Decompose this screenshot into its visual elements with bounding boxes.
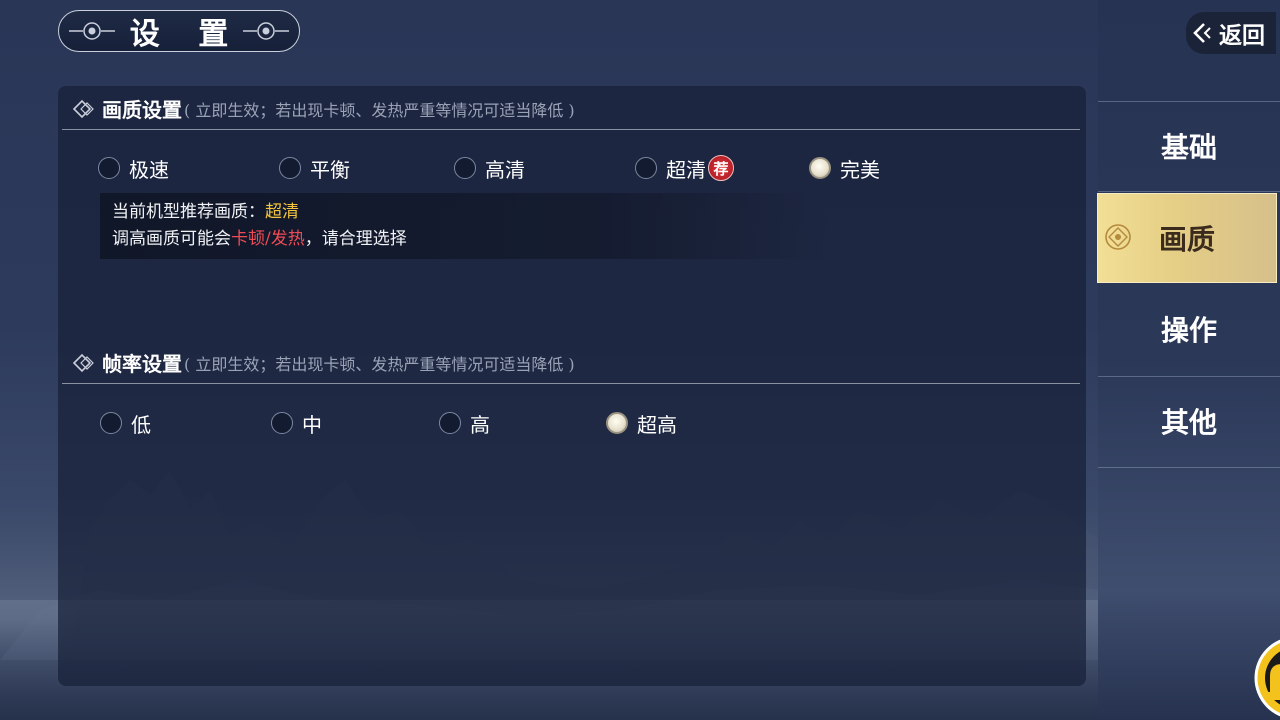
framerate-option-ultra[interactable]: 超高 bbox=[606, 409, 677, 437]
quality-option-ultra-hd[interactable]: 超清 荐 bbox=[635, 154, 734, 182]
diamond-bullet-icon bbox=[72, 99, 94, 118]
option-label: 完美 bbox=[840, 157, 880, 182]
warning-prefix: 调高画质可能会 bbox=[112, 229, 231, 249]
page-title-plate: 设 置 bbox=[58, 10, 300, 52]
radio-button[interactable] bbox=[271, 412, 293, 434]
option-label: 中 bbox=[302, 412, 322, 437]
quality-option-hd[interactable]: 高清 bbox=[454, 154, 525, 182]
option-label: 超清 bbox=[666, 157, 706, 182]
recommend-line: 当前机型推荐画质：超清 bbox=[112, 199, 818, 226]
framerate-option-high[interactable]: 高 bbox=[439, 409, 490, 437]
option-label: 低 bbox=[131, 412, 151, 437]
back-label: 返回 bbox=[1219, 22, 1265, 49]
page-title: 设 置 bbox=[129, 17, 243, 52]
quality-option-balanced[interactable]: 平衡 bbox=[279, 154, 350, 182]
radio-button[interactable] bbox=[98, 157, 120, 179]
sidebar-item-label: 画质 bbox=[1158, 223, 1215, 256]
diamond-bullet-icon bbox=[72, 353, 94, 372]
recommended-quality: 超清 bbox=[265, 202, 299, 222]
sidebar-item-controls[interactable]: 操作 bbox=[1098, 293, 1280, 365]
warning-suffix: ，请合理选择 bbox=[304, 229, 407, 249]
radio-button[interactable] bbox=[454, 157, 476, 179]
quality-option-perfect[interactable]: 完美 bbox=[809, 154, 880, 182]
sidebar-divider bbox=[1098, 467, 1280, 468]
sidebar-divider bbox=[1098, 101, 1280, 102]
radio-button[interactable] bbox=[279, 157, 301, 179]
radio-button-selected[interactable] bbox=[606, 412, 628, 434]
quality-section-title: 画质设置 bbox=[102, 98, 182, 122]
framerate-section-note: ( 立即生效；若出现卡顿、发热严重等情况可适当降低 ) bbox=[184, 354, 575, 374]
framerate-section-header: 帧率设置 ( 立即生效；若出现卡顿、发热严重等情况可适当降低 ) bbox=[62, 342, 1080, 384]
radio-button-selected[interactable] bbox=[809, 157, 831, 179]
framerate-option-medium[interactable]: 中 bbox=[271, 409, 322, 437]
settings-panel: 画质设置 ( 立即生效；若出现卡顿、发热严重等情况可适当降低 ) 极速 平衡 高… bbox=[58, 86, 1086, 686]
ornament-icon bbox=[243, 22, 289, 40]
sidebar-divider bbox=[1098, 191, 1280, 192]
warning-highlight: 卡顿/发热 bbox=[231, 229, 305, 249]
radio-button[interactable] bbox=[439, 412, 461, 434]
option-label: 高清 bbox=[485, 157, 525, 182]
warning-line: 调高画质可能会卡顿/发热，请合理选择 bbox=[112, 226, 818, 253]
sidebar-divider bbox=[1098, 376, 1280, 377]
back-arrow-icon bbox=[1193, 23, 1211, 43]
recommended-badge: 荐 bbox=[708, 155, 734, 181]
quality-section-header: 画质设置 ( 立即生效；若出现卡顿、发热严重等情况可适当降低 ) bbox=[62, 88, 1080, 130]
floating-menu-icon[interactable] bbox=[1254, 636, 1280, 720]
option-label: 高 bbox=[470, 412, 490, 437]
option-label: 极速 bbox=[129, 157, 169, 182]
framerate-section-title: 帧率设置 bbox=[102, 352, 182, 376]
option-label: 平衡 bbox=[310, 157, 350, 182]
recommend-prefix: 当前机型推荐画质： bbox=[112, 202, 265, 222]
coin-emblem-icon bbox=[1105, 224, 1131, 250]
sidebar-item-other[interactable]: 其他 bbox=[1098, 385, 1280, 457]
radio-button[interactable] bbox=[635, 157, 657, 179]
quality-option-speed[interactable]: 极速 bbox=[98, 154, 169, 182]
quality-section-note: ( 立即生效；若出现卡顿、发热严重等情况可适当降低 ) bbox=[184, 100, 575, 120]
sidebar-item-quality[interactable]: 画质 bbox=[1097, 193, 1277, 283]
back-button[interactable]: 返回 bbox=[1186, 12, 1276, 54]
option-label: 超高 bbox=[637, 412, 677, 437]
radio-button[interactable] bbox=[100, 412, 122, 434]
sidebar-item-basic[interactable]: 基础 bbox=[1098, 110, 1280, 182]
framerate-option-low[interactable]: 低 bbox=[100, 409, 151, 437]
quality-info-box: 当前机型推荐画质：超清 调高画质可能会卡顿/发热，请合理选择 bbox=[100, 193, 830, 259]
ornament-icon bbox=[69, 22, 115, 40]
